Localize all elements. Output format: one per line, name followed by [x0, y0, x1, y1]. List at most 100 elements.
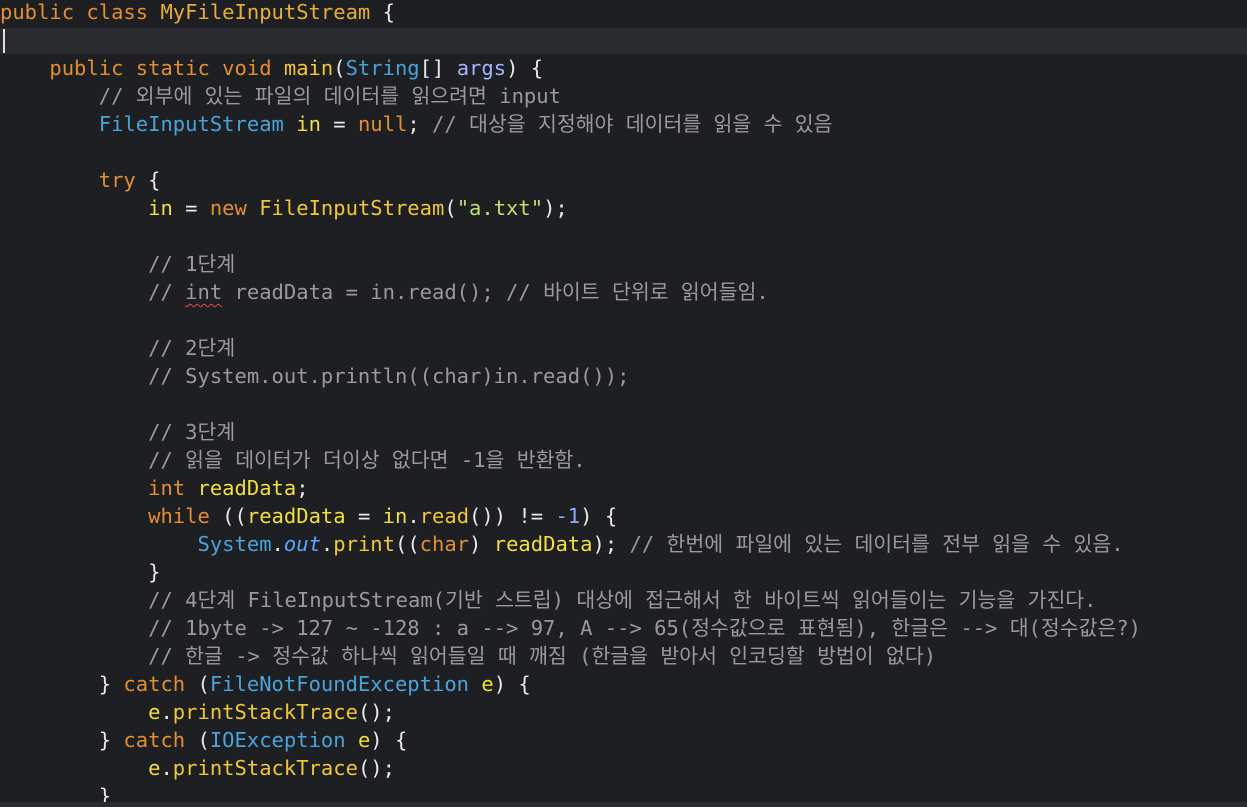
code-token: ) { [493, 672, 531, 696]
code-token: readData = in.read(); // 바이트 단위로 읽어들임. [222, 280, 769, 304]
code-token: ); [592, 532, 630, 556]
code-line[interactable]: // int readData = in.read(); // 바이트 단위로 … [0, 278, 1247, 306]
code-token: // 한글 -> 정수값 하나씩 읽어들일 때 깨짐 (한글을 받아서 인코딩할… [0, 644, 937, 668]
code-line[interactable]: public static void main(String[] args) { [0, 54, 1247, 82]
code-token: // 한번에 파일에 있는 데이터를 전부 읽을 수 있음. [629, 532, 1124, 556]
code-line[interactable]: public class MyFileInputStream { [0, 0, 1247, 26]
code-token: int [185, 280, 223, 304]
code-token: // 4단계 FileInputStream(기반 스트립) 대상에 접근해서 … [0, 588, 1097, 612]
code-token: out [283, 532, 321, 556]
code-token: -1 [555, 504, 581, 528]
code-token: new [209, 196, 260, 220]
code-line[interactable]: while ((readData = in.read()) != -1) { [0, 502, 1247, 530]
code-line[interactable]: System.out.print((char) readData); // 한번… [0, 530, 1247, 558]
code-line[interactable]: } catch (FileNotFoundException e) { [0, 670, 1247, 698]
code-line[interactable]: } catch (IOException e) { [0, 726, 1247, 754]
code-token: MyFileInputStream [160, 0, 371, 24]
code-token: // 3단계 [0, 420, 236, 444]
code-token: e [357, 728, 371, 752]
code-token: { [135, 168, 161, 192]
code-line[interactable]: } [0, 558, 1247, 586]
code-token: ( [185, 728, 210, 752]
editor-bottom-edge [0, 802, 1247, 807]
code-token: // 1byte -> 127 ~ -128 : a --> 97, A -->… [0, 616, 1142, 640]
code-token: e [481, 672, 494, 696]
code-token: } [0, 728, 124, 752]
code-line[interactable]: in = new FileInputStream("a.txt"); [0, 194, 1247, 222]
code-line[interactable]: // 한글 -> 정수값 하나씩 읽어들일 때 깨짐 (한글을 받아서 인코딩할… [0, 642, 1247, 670]
code-line[interactable]: // 읽을 데이터가 더이상 없다면 -1을 반환함. [0, 446, 1247, 474]
code-token: . [160, 756, 173, 780]
code-token: String [345, 56, 420, 80]
code-line[interactable]: // 2단계 [0, 334, 1247, 362]
code-token: ( [185, 672, 210, 696]
code-token: in [296, 112, 321, 136]
code-token: public static void [49, 56, 284, 80]
code-token: FileInputStream [259, 196, 445, 220]
code-token: ()) != [469, 504, 556, 528]
code-token: . [407, 504, 420, 528]
code-token: FileInputStream [98, 112, 297, 136]
code-token: IOException [209, 728, 358, 752]
code-token: // System.out.println((char)in.read()); [0, 364, 630, 388]
code-line[interactable] [0, 26, 1247, 54]
code-token: { [370, 0, 395, 24]
code-line[interactable]: e.printStackTrace(); [0, 698, 1247, 726]
code-token: null [357, 112, 408, 136]
code-line[interactable]: // 3단계 [0, 418, 1247, 446]
code-line[interactable]: // 1byte -> 127 ~ -128 : a --> 97, A -->… [0, 614, 1247, 642]
code-token: readData [246, 504, 346, 528]
code-token: = [172, 196, 210, 220]
code-line[interactable] [0, 222, 1247, 250]
code-editor[interactable]: public class MyFileInputStream { public … [0, 0, 1247, 807]
code-line[interactable] [0, 306, 1247, 334]
code-token: = [320, 112, 358, 136]
code-line[interactable]: FileInputStream in = null; // 대상을 지정해야 데… [0, 110, 1247, 138]
code-token: // 외부에 있는 파일의 데이터를 읽으려면 input [0, 84, 561, 108]
code-token: System [197, 532, 272, 556]
code-token: ); [543, 196, 568, 220]
code-token: // [0, 280, 186, 304]
code-token: ) [469, 532, 494, 556]
code-token: = [345, 504, 383, 528]
code-token: (); [357, 756, 395, 780]
code-line[interactable]: // System.out.println((char)in.read()); [0, 362, 1247, 390]
code-line[interactable] [0, 390, 1247, 418]
code-line[interactable] [0, 138, 1247, 166]
code-line[interactable]: // 4단계 FileInputStream(기반 스트립) 대상에 접근해서 … [0, 586, 1247, 614]
code-token: main [283, 56, 334, 80]
code-token: (( [209, 504, 247, 528]
code-token: . [320, 532, 334, 556]
code-token: print [333, 532, 395, 556]
code-token: readData [493, 532, 593, 556]
code-line[interactable]: // 외부에 있는 파일의 데이터를 읽으려면 input [0, 82, 1247, 110]
code-line[interactable]: e.printStackTrace(); [0, 754, 1247, 782]
code-token: // 2단계 [0, 336, 236, 360]
code-line[interactable]: try { [0, 166, 1247, 194]
code-token: in [382, 504, 408, 528]
code-token: (); [357, 700, 395, 724]
code-token: try [98, 168, 136, 192]
code-token: ( [333, 56, 346, 80]
code-token: "a.txt" [456, 196, 544, 220]
code-token: in [148, 196, 173, 220]
code-token: (( [394, 532, 420, 556]
code-token: readData [197, 476, 297, 500]
code-token: e [148, 700, 161, 724]
code-line[interactable]: // 1단계 [0, 250, 1247, 278]
code-token: public class [0, 0, 161, 24]
code-token: ; [296, 476, 309, 500]
code-token: while [148, 504, 210, 528]
code-line[interactable]: int readData; [0, 474, 1247, 502]
code-token: e [148, 756, 161, 780]
code-token: args [456, 56, 507, 80]
code-token: . [271, 532, 284, 556]
code-token: catch [123, 728, 186, 752]
code-token: printStackTrace [172, 756, 358, 780]
code-token: char [419, 532, 470, 556]
